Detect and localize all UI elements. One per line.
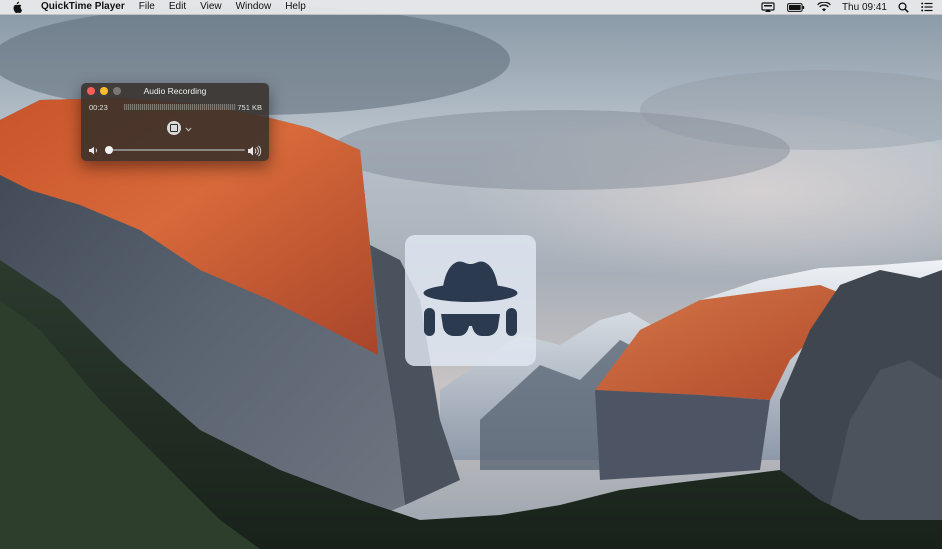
level-meter-tick: [156, 104, 158, 110]
volume-slider[interactable]: [105, 146, 245, 154]
level-meter-tick: [170, 104, 172, 110]
display-mirroring-icon[interactable]: [761, 0, 775, 14]
level-meter-tick: [136, 104, 138, 110]
elapsed-time: 00:23: [89, 103, 108, 112]
volume-slider-knob[interactable]: [105, 146, 113, 154]
level-meter-tick: [194, 104, 196, 110]
level-meter-tick: [220, 104, 222, 110]
level-meter-tick: [180, 104, 182, 110]
level-meter-tick: [212, 104, 214, 110]
file-size: 751 KB: [237, 103, 262, 112]
chevron-down-icon[interactable]: [185, 125, 192, 134]
menu-app-name[interactable]: QuickTime Player: [32, 0, 132, 14]
menu-bar: QuickTime Player File Edit View Window H…: [0, 0, 942, 15]
spotlight-search-icon[interactable]: [898, 0, 909, 14]
level-meter-tick: [208, 104, 210, 110]
menu-view[interactable]: View: [193, 0, 229, 14]
level-meter-tick: [154, 104, 156, 110]
level-meter-tick: [130, 104, 132, 110]
window-titlebar[interactable]: Audio Recording: [81, 83, 269, 98]
level-meter-tick: [234, 104, 236, 110]
level-meter-tick: [124, 104, 126, 110]
level-meter-tick: [162, 104, 164, 110]
level-meter-tick: [160, 104, 162, 110]
apple-logo-icon[interactable]: [11, 1, 23, 13]
level-meter-tick: [168, 104, 170, 110]
level-meter-tick: [218, 104, 220, 110]
level-meter-tick: [206, 104, 208, 110]
volume-high-icon: [247, 145, 262, 159]
level-meter-tick: [164, 104, 166, 110]
level-meter-tick: [172, 104, 174, 110]
level-meter-tick: [232, 104, 234, 110]
level-meter-tick: [176, 104, 178, 110]
stop-icon: [170, 124, 178, 132]
menu-edit[interactable]: Edit: [162, 0, 193, 14]
level-meter-tick: [222, 104, 224, 110]
audio-recording-window: Audio Recording 00:23 751 KB: [81, 83, 269, 161]
incognito-icon: [423, 261, 518, 336]
level-meter-tick: [150, 104, 152, 110]
volume-low-icon: [88, 146, 100, 157]
level-meter-tick: [174, 104, 176, 110]
menu-window[interactable]: Window: [229, 0, 279, 14]
level-meter-tick: [196, 104, 198, 110]
level-meter-tick: [132, 104, 134, 110]
level-meter-tick: [230, 104, 232, 110]
level-meter-tick: [228, 104, 230, 110]
level-meter-tick: [188, 104, 190, 110]
level-meter-tick: [148, 104, 150, 110]
level-meter-tick: [152, 104, 154, 110]
menu-clock[interactable]: Thu 09:41: [842, 2, 887, 13]
notification-center-icon[interactable]: [921, 0, 933, 14]
level-meter-tick: [158, 104, 160, 110]
level-meter-tick: [198, 104, 200, 110]
level-meter-tick: [190, 104, 192, 110]
level-meter-tick: [192, 104, 194, 110]
level-meter-tick: [166, 104, 168, 110]
window-title: Audio Recording: [143, 86, 207, 96]
level-meter-tick: [182, 104, 184, 110]
level-meter-tick: [140, 104, 142, 110]
level-meter-tick: [146, 104, 148, 110]
level-meter-tick: [128, 104, 130, 110]
incognito-hud: [405, 235, 536, 366]
level-meter-tick: [214, 104, 216, 110]
level-meter-tick: [226, 104, 228, 110]
level-meter-tick: [210, 104, 212, 110]
level-meter-tick: [204, 104, 206, 110]
level-meter-tick: [186, 104, 188, 110]
level-meter-tick: [200, 104, 202, 110]
stop-recording-button[interactable]: [167, 121, 181, 135]
level-meter-tick: [184, 104, 186, 110]
battery-icon[interactable]: [787, 0, 805, 14]
audio-level-meter: [124, 104, 236, 110]
wifi-icon[interactable]: [817, 0, 831, 14]
menu-help[interactable]: Help: [278, 0, 313, 14]
level-meter-tick: [142, 104, 144, 110]
level-meter-tick: [144, 104, 146, 110]
level-meter-tick: [216, 104, 218, 110]
level-meter-tick: [134, 104, 136, 110]
level-meter-tick: [224, 104, 226, 110]
level-meter-tick: [126, 104, 128, 110]
level-meter-tick: [202, 104, 204, 110]
level-meter-tick: [138, 104, 140, 110]
level-meter-tick: [178, 104, 180, 110]
menu-file[interactable]: File: [132, 0, 162, 14]
